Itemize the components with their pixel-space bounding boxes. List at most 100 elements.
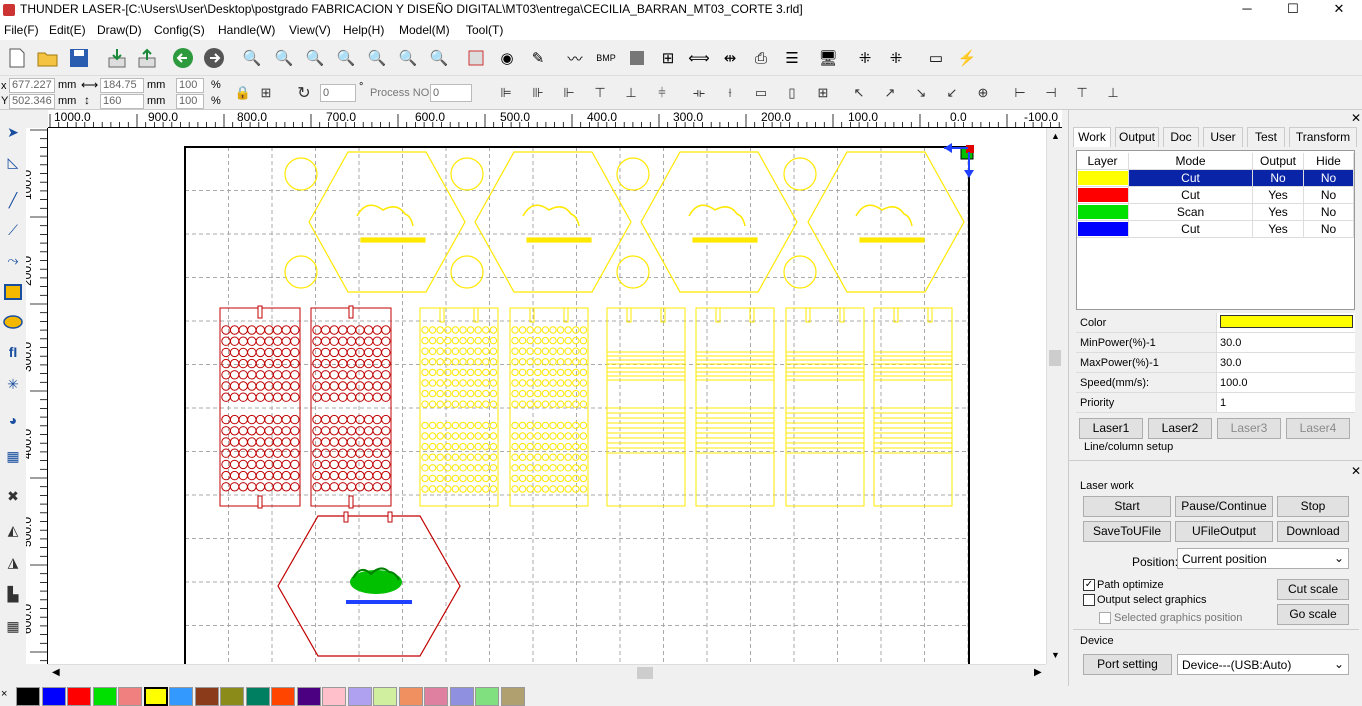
palette-swatch[interactable] [373,687,397,706]
delete-icon[interactable]: ✖ [1,484,25,508]
zoom-in-icon[interactable]: 🔍 [272,46,296,70]
grid-array-icon[interactable]: ▦ [1,614,25,638]
palette-swatch[interactable] [475,687,499,706]
frame-icon[interactable] [464,46,488,70]
mirror-h-icon[interactable]: ◭ [1,518,25,542]
monitor-icon[interactable]: 🖥 [816,46,840,70]
dot-tool-icon[interactable]: ✳ [1,372,25,396]
magic-wand-icon[interactable]: ⚡ [955,46,979,70]
layer-hide[interactable]: No [1304,204,1354,221]
node-edit-icon[interactable]: ◺ [1,150,25,174]
palette-swatch[interactable] [16,687,40,706]
scroll-up-icon[interactable]: ▲ [1051,131,1060,141]
width-field[interactable]: 184.75 [100,78,144,93]
distribute-icon[interactable]: ▯ [781,82,803,104]
align-right-icon[interactable]: ⊪ [527,82,549,104]
panel-close-icon[interactable]: ✕ [1351,111,1361,125]
layer-output[interactable]: Yes [1253,204,1304,221]
layer-mode[interactable]: Cut [1129,187,1253,204]
layer-output[interactable]: Yes [1253,221,1304,238]
mirror-v-icon[interactable]: ◮ [1,550,25,574]
undo-icon[interactable] [171,46,195,70]
list-icon[interactable]: ☰ [780,46,804,70]
open-folder-icon[interactable] [36,46,60,70]
palette-close-icon[interactable]: × [1,688,7,700]
laser4-button[interactable]: Laser4 [1286,418,1350,439]
ufile-output-button[interactable]: UFileOutput [1175,521,1273,542]
lock-ratio-icon[interactable]: 🔒 [232,82,254,104]
scroll-left-icon[interactable]: ◀ [52,667,60,678]
new-file-icon[interactable] [5,46,29,70]
grid-arrange-icon[interactable]: ⁜ [853,46,877,70]
layer-row[interactable]: Cut Yes No [1077,187,1354,204]
align-center-h-icon[interactable]: ⫩ [651,82,673,104]
text-tool-icon[interactable]: fI [1,340,25,364]
tab-transform[interactable]: Transform [1289,127,1357,147]
download-button[interactable]: Download [1277,521,1349,542]
polyline-icon[interactable]: ⟋ [1,218,25,242]
laser1-button[interactable]: Laser1 [1079,418,1143,439]
tab-work[interactable]: Work [1073,127,1111,147]
menu-view[interactable]: View(V) [289,23,331,37]
rectangle-icon[interactable] [1,280,25,304]
save-to-ufile-button[interactable]: SaveToUFile [1083,521,1171,542]
square-fill-icon[interactable] [625,46,649,70]
rotate-field[interactable]: 0 [320,84,356,102]
tab-doc[interactable]: Doc [1163,127,1199,147]
palette-swatch[interactable] [398,687,423,706]
close-button[interactable]: ✕ [1316,0,1362,20]
grid-select-icon[interactable]: ⊞ [255,82,277,104]
color-swatch[interactable] [1220,315,1353,328]
center-icon[interactable]: ⊞ [812,82,834,104]
layer-output[interactable]: No [1253,170,1304,187]
machine-icon[interactable]: ▙ [1,582,25,606]
zoom-page-icon[interactable]: 🔍 [365,46,389,70]
same-width-icon[interactable]: ⟛ [688,82,710,104]
maximize-button[interactable]: ☐ [1270,0,1316,20]
horizontal-scrollbar[interactable]: ◀ ▶ [48,664,1046,681]
device-select[interactable]: Device---(USB:Auto) ⌄ [1177,654,1349,675]
scale-x-field[interactable]: 100 [176,78,204,93]
prop-value[interactable]: 30.0 [1216,353,1355,372]
layer-row[interactable]: Scan Yes No [1077,204,1354,221]
import-icon[interactable] [105,46,129,70]
prop-color-value[interactable] [1216,313,1355,332]
palette-swatch[interactable] [67,687,91,706]
layer-hide[interactable]: No [1304,221,1354,238]
tab-test[interactable]: Test [1247,127,1285,147]
vertical-scrollbar[interactable]: ▲ ▼ [1046,128,1062,664]
zoom-select-icon[interactable]: 🔍 [396,46,420,70]
layer-mode[interactable]: Cut [1129,170,1253,187]
prop-value[interactable]: 1 [1216,393,1355,412]
zoom-out-icon[interactable]: 🔍 [303,46,327,70]
pen-edit-icon[interactable]: ✎ [526,46,550,70]
tab-user[interactable]: User [1203,127,1243,147]
position-select[interactable]: Current position ⌄ [1177,548,1349,569]
palette-swatch[interactable] [449,687,474,706]
move-right-icon[interactable]: ⊣ [1040,82,1062,104]
menu-model[interactable]: Model(M) [399,23,450,37]
align-top-icon[interactable]: ⊤ [589,82,611,104]
layer-mode[interactable]: Scan [1129,204,1253,221]
select-arrow-icon[interactable]: ➤ [1,120,25,144]
move-bottom-icon[interactable]: ⊥ [1102,82,1124,104]
same-height-icon[interactable]: ⟊ [719,82,741,104]
curve-icon[interactable]: 〰 [563,46,587,70]
ellipse-icon[interactable] [1,310,25,334]
palette-swatch[interactable] [220,687,244,706]
laser-device-icon[interactable]: ▭ [924,46,948,70]
align-bottom-icon[interactable]: ⊥ [620,82,642,104]
process-no-field[interactable]: 0 [430,84,472,102]
palette-swatch[interactable] [296,687,321,706]
palette-swatch[interactable] [41,687,66,706]
zoom-fit-icon[interactable]: 🔍 [334,46,358,70]
port-setting-button[interactable]: Port setting [1083,654,1172,675]
palette-swatch[interactable] [245,687,270,706]
zoom-all-icon[interactable]: 🔍 [427,46,451,70]
minimize-button[interactable]: ─ [1224,0,1270,20]
node-icon[interactable]: ◉ [495,46,519,70]
layer-hide[interactable]: No [1304,170,1354,187]
pause-continue-button[interactable]: Pause/Continue [1175,496,1273,517]
prop-value[interactable]: 100.0 [1216,373,1355,392]
x-coordinate-field[interactable]: 677.227 [9,78,55,93]
